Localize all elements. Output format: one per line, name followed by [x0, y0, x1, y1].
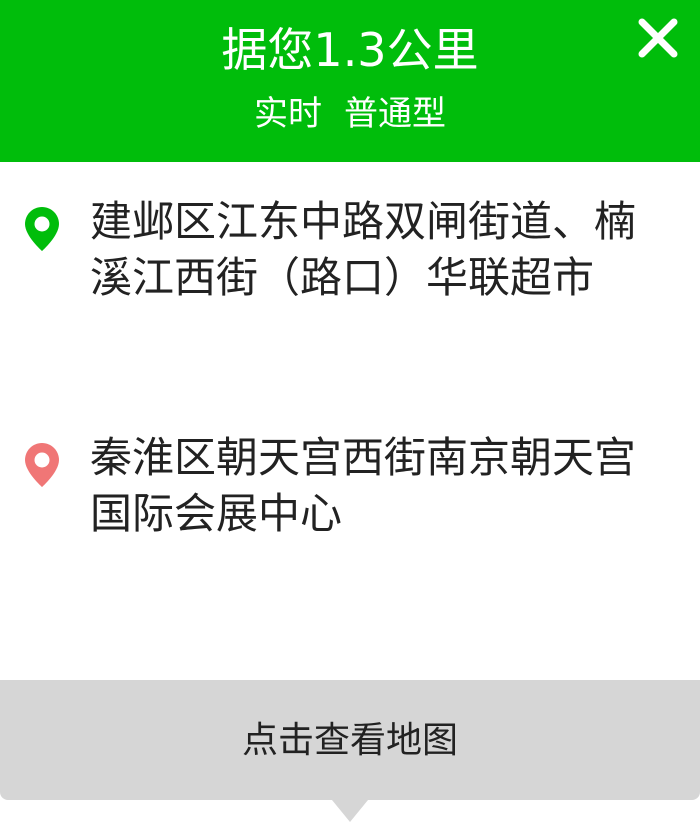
- view-map-label: 点击查看地图: [241, 720, 458, 761]
- destination-pin-icon: [25, 443, 59, 487]
- distance-header: 据您1.3公里 实时 普通型: [0, 0, 700, 162]
- distance-title: 据您1.3公里: [221, 23, 479, 77]
- origin-pin-icon: [25, 207, 59, 251]
- view-map-button[interactable]: 点击查看地图: [0, 680, 700, 800]
- realtime-label: 实时: [254, 94, 322, 134]
- car-type-label: 普通型: [344, 94, 446, 134]
- location-info-card: 据您1.3公里 实时 普通型 建邺区江东中路双闸街道、楠溪江西街（路口）华联超市 …: [0, 0, 700, 824]
- close-button[interactable]: [636, 16, 680, 60]
- origin-address: 建邺区江东中路双闸街道、楠溪江西街（路口）华联超市: [90, 197, 637, 302]
- destination-address: 秦淮区朝天宫西街南京朝天宫国际会展中心: [90, 433, 637, 538]
- callout-pointer: [332, 800, 368, 822]
- close-icon: [638, 18, 678, 58]
- route-details: 建邺区江东中路双闸街道、楠溪江西街（路口）华联超市 秦淮区朝天宫西街南京朝天宫国…: [0, 162, 700, 680]
- ride-type-info: 实时 普通型: [0, 92, 700, 136]
